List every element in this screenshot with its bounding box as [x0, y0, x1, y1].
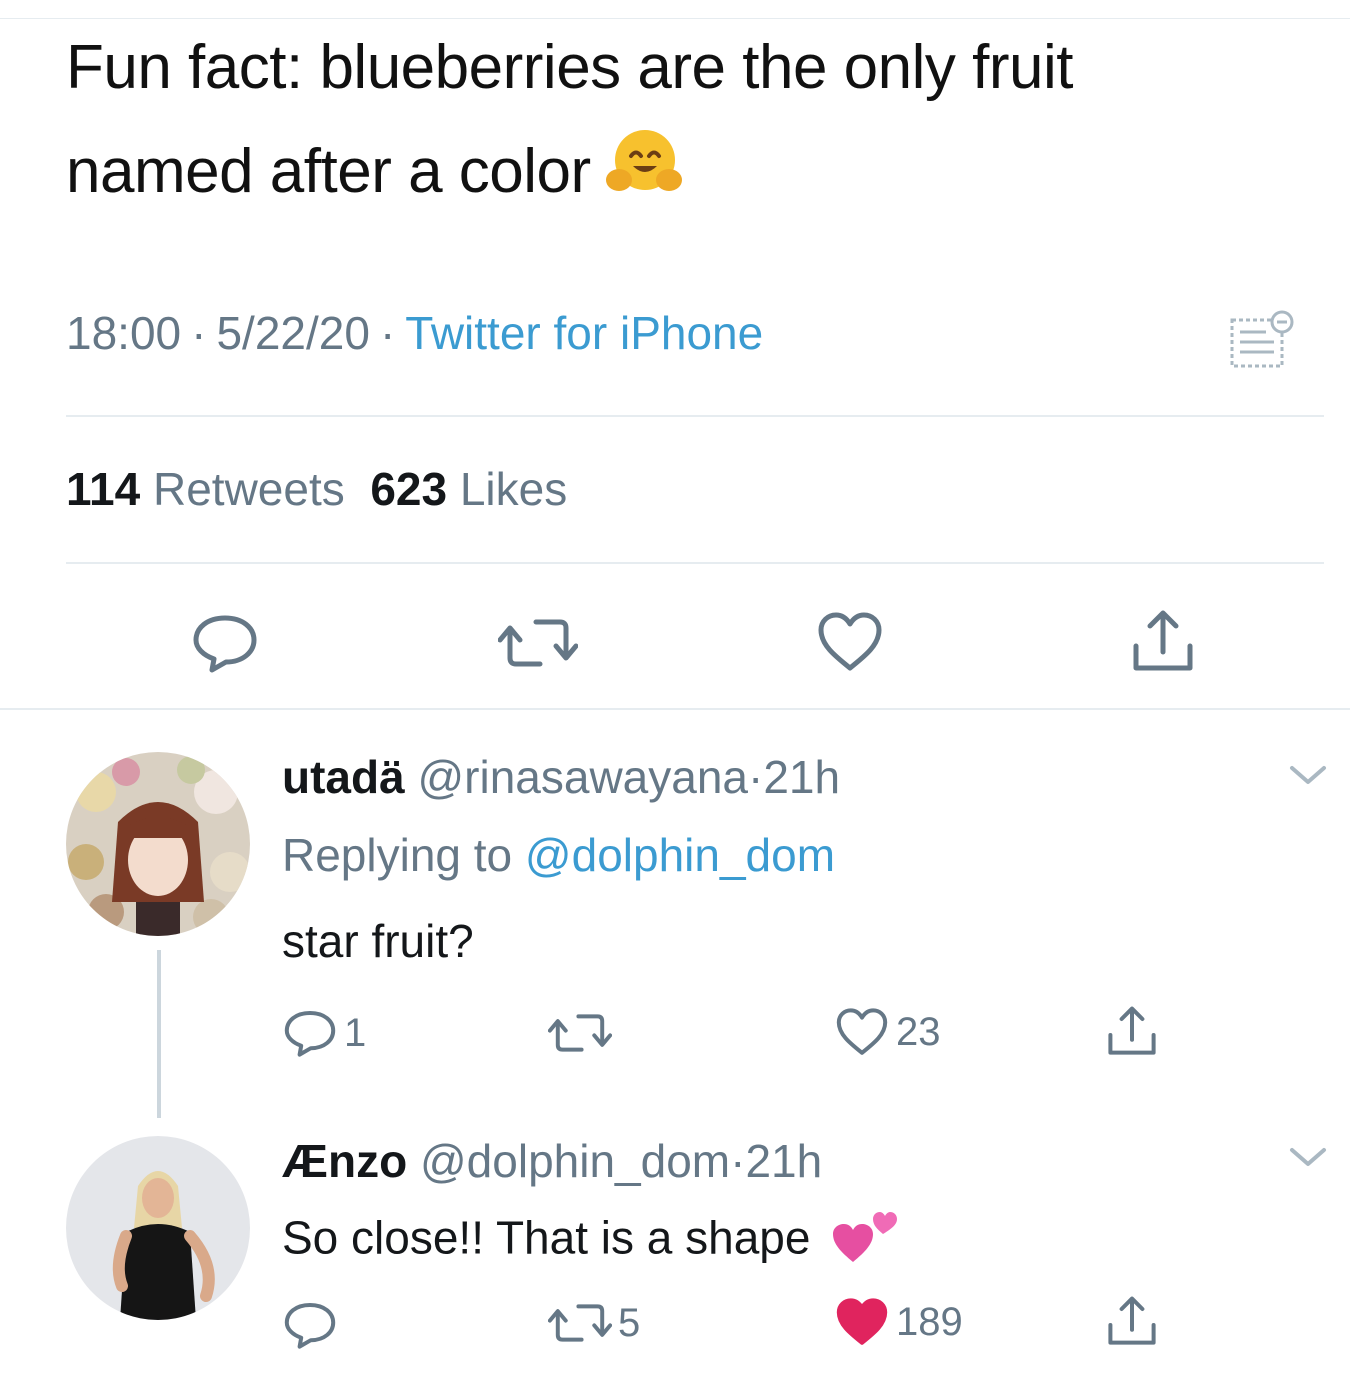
like-count: 189 [896, 1299, 963, 1344]
chevron-down-icon[interactable] [1286, 760, 1330, 795]
share-icon [1108, 1006, 1156, 1055]
tweet-source-link[interactable]: Twitter for iPhone [405, 307, 763, 359]
analytics-icon[interactable] [1226, 304, 1296, 379]
divider [0, 708, 1350, 710]
replying-to: Replying to @dolphin_dom [282, 828, 835, 882]
avatar[interactable] [66, 1136, 250, 1320]
reply-text: star fruit? [282, 915, 474, 967]
thread-connector-line [157, 950, 161, 1118]
divider [66, 562, 1324, 564]
user-handle[interactable]: @dolphin_dom [420, 1135, 730, 1187]
like-button[interactable]: 23 [834, 1006, 941, 1058]
tweet-date: 5/22/20 [216, 307, 370, 359]
meta-separator: · [379, 307, 396, 359]
replying-handle-link[interactable]: @dolphin_dom [525, 829, 835, 881]
reply-time[interactable]: 21h [763, 751, 840, 803]
share-button[interactable] [1128, 608, 1198, 674]
retweet-count: 114 [66, 463, 141, 515]
like-count: 23 [896, 1009, 941, 1054]
reply-button[interactable] [282, 1300, 344, 1350]
tweet-text: Fun fact: blueberries are the only fruit… [66, 16, 1306, 228]
display-name[interactable]: Ænzo [282, 1135, 407, 1187]
like-button[interactable] [815, 610, 885, 674]
like-label: Likes [459, 463, 568, 515]
heart-filled-icon [836, 1298, 888, 1345]
reply-count: 1 [344, 1010, 367, 1055]
retweets-stat[interactable]: 114 Retweets [66, 463, 345, 515]
retweet-icon [548, 1304, 612, 1342]
retweet-button[interactable] [548, 1010, 618, 1056]
like-button[interactable]: 189 [834, 1296, 963, 1348]
tweet-text-line-2-text: named after a color [66, 137, 591, 206]
retweet-count: 5 [618, 1300, 641, 1345]
tweet-text-line-1: Fun fact: blueberries are the only fruit [66, 33, 1073, 102]
heart-icon [818, 612, 882, 671]
retweet-icon [548, 1014, 612, 1052]
reply-icon [193, 615, 257, 673]
tweet-stats: 114 Retweets 623 Likes [66, 462, 567, 516]
user-handle[interactable]: @rinasawayana [417, 751, 748, 803]
avatar[interactable] [66, 752, 250, 936]
share-button[interactable] [1104, 1294, 1160, 1348]
two-hearts-emoji-icon [829, 1206, 899, 1277]
reply-time[interactable]: 21h [745, 1135, 822, 1187]
reply-button[interactable] [190, 612, 260, 674]
reply-button[interactable]: 1 [282, 1008, 366, 1058]
divider [66, 415, 1324, 417]
share-icon [1133, 610, 1193, 671]
reply-icon [284, 1303, 336, 1349]
header-separator: · [748, 751, 764, 803]
like-count: 623 [370, 463, 448, 515]
retweet-label: Retweets [153, 463, 345, 515]
hugging-face-emoji-icon [605, 124, 683, 228]
reply-text: So close!! That is a shape [282, 1206, 899, 1277]
reply-text-content: So close!! That is a shape [282, 1211, 811, 1264]
chevron-down-icon[interactable] [1286, 1142, 1330, 1177]
retweet-button[interactable] [498, 614, 578, 672]
reply-header: utadä @rinasawayana·21h [282, 750, 840, 804]
share-button[interactable] [1104, 1004, 1160, 1058]
heart-icon [836, 1008, 888, 1055]
tweet-time: 18:00 [66, 307, 182, 359]
likes-stat[interactable]: 623 Likes [370, 463, 567, 515]
reply-header: Ænzo @dolphin_dom·21h [282, 1134, 822, 1188]
tweet-text-line-2: named after a color [66, 120, 1306, 228]
share-icon [1108, 1296, 1156, 1345]
replying-prefix: Replying to [282, 829, 513, 881]
tweet-meta: 18:00 · 5/22/20 · Twitter for iPhone [66, 306, 763, 360]
reply-icon [284, 1011, 336, 1057]
display-name[interactable]: utadä [282, 751, 405, 803]
meta-separator: · [191, 307, 207, 359]
retweet-icon [498, 619, 578, 667]
header-separator: · [730, 1135, 746, 1187]
retweet-button[interactable]: 5 [548, 1300, 640, 1346]
